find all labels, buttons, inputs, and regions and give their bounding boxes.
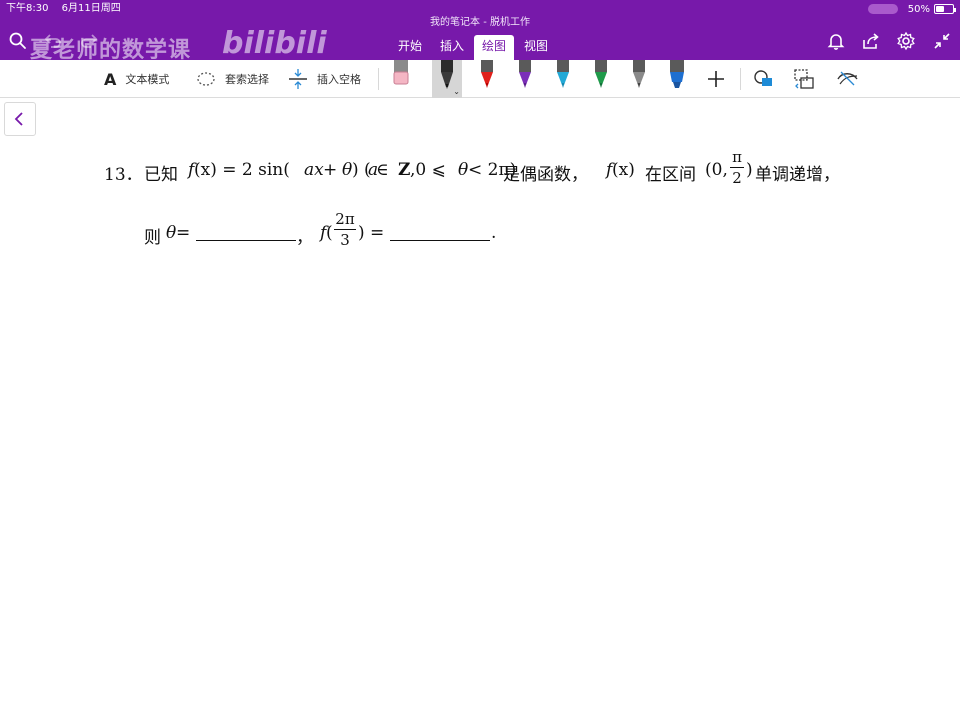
func-fx: (x) [612, 160, 635, 180]
tab-view[interactable]: 视图 [516, 35, 556, 57]
pen-green-icon [595, 60, 607, 88]
fraction-numerator: π [732, 148, 742, 166]
battery-percent: 50% [907, 3, 930, 15]
recording-indicator [868, 4, 898, 14]
lasso-select-label: 套索选择 [225, 73, 269, 86]
status-time: 下午8:30 [6, 3, 49, 14]
text-period: . [491, 223, 497, 243]
fraction-pi-over-2: π 2 [730, 148, 744, 187]
text-then: 则 [144, 228, 161, 248]
highlighter-icon [670, 60, 684, 88]
highlighter-blue-tool[interactable] [662, 60, 692, 98]
toolbar-divider [740, 68, 741, 90]
collapse-fullscreen-icon[interactable] [931, 30, 953, 52]
text-in: ∈ [376, 160, 389, 180]
chevron-left-icon [14, 112, 23, 126]
pen-black-tool[interactable]: ⌄ [432, 60, 462, 98]
back-button[interactable] [4, 102, 36, 136]
draw-toolbar: A 文本模式 套索选择 插入空格 ⌄ [0, 60, 960, 98]
eraser-icon [393, 60, 409, 85]
var-theta: θ [342, 160, 353, 180]
fraction-denominator: 3 [340, 231, 350, 249]
status-bar-right: 50% [907, 2, 956, 16]
insert-space-button[interactable]: 插入空格 [288, 60, 361, 98]
chevron-down-icon: ⌄ [453, 87, 460, 96]
lasso-icon [196, 69, 216, 89]
insert-space-label: 插入空格 [317, 73, 361, 86]
fraction-bar [334, 229, 356, 230]
text-comma: ， [296, 228, 313, 248]
func-expr: (x) = 2 sin( [194, 160, 290, 180]
answer-blank-theta[interactable] [196, 224, 296, 241]
text-interval-open: (0, [705, 160, 728, 180]
share-icon[interactable] [860, 30, 882, 52]
text-monotonic: 单调递增， [755, 165, 840, 185]
tab-home[interactable]: 开始 [390, 35, 430, 57]
bell-icon[interactable] [825, 30, 847, 52]
text-interval: 在区间 [645, 165, 696, 185]
status-bar-left: 下午8:30 6月11日周四 [6, 2, 121, 16]
ink-to-shape-icon[interactable] [790, 60, 818, 98]
pencil-gray-tool[interactable] [624, 60, 654, 98]
text-equals-1: = [176, 223, 191, 243]
pen-red-icon [481, 60, 493, 88]
question-number: 13． [104, 165, 143, 185]
var-theta-answer: θ [166, 223, 177, 243]
pen-red-tool[interactable] [472, 60, 502, 98]
text-mode-icon: A [104, 69, 117, 89]
tab-insert[interactable]: 插入 [432, 35, 472, 57]
fraction-numerator: 2π [335, 210, 355, 228]
fraction-2pi-over-3: 2π 3 [334, 210, 356, 249]
add-pen-icon[interactable] [702, 60, 730, 98]
set-z: Z [398, 160, 411, 180]
app-header: 下午8:30 6月11日周四 我的笔记本 - 脱机工作 50% 夏老师的数学课 … [0, 0, 960, 63]
var-theta-2: θ [458, 160, 469, 180]
var-ax: ax [304, 160, 324, 180]
redo-icon[interactable] [78, 30, 100, 52]
document-title: 我的笔记本 - 脱机工作 [430, 17, 530, 28]
status-date: 6月11日周四 [61, 3, 121, 14]
text-range: ,0 ⩽ [410, 160, 446, 180]
pen-cyan-icon [557, 60, 569, 88]
shapes-icon[interactable] [750, 60, 778, 98]
text-plus: + [323, 160, 338, 180]
pen-purple-icon [519, 60, 531, 88]
gear-icon[interactable] [895, 30, 917, 52]
eraser-tool[interactable] [386, 60, 416, 98]
pen-cyan-tool[interactable] [548, 60, 578, 98]
battery-icon [934, 4, 956, 14]
text-mode-label: 文本模式 [125, 73, 170, 86]
text-even-function: 是偶函数， [503, 165, 588, 185]
undo-icon[interactable] [42, 30, 64, 52]
insert-space-icon [288, 67, 308, 91]
search-icon[interactable] [7, 30, 29, 52]
pen-black-icon [441, 60, 453, 89]
pencil-icon [633, 60, 645, 88]
watermark-logo: bilibili [222, 26, 327, 61]
pen-green-tool[interactable] [586, 60, 616, 98]
text-equals-2: ) = [358, 223, 385, 243]
toolbar-divider [378, 68, 379, 90]
pen-purple-tool[interactable] [510, 60, 540, 98]
ink-replay-icon[interactable] [834, 60, 862, 98]
lasso-select-button[interactable]: 套索选择 [196, 60, 269, 98]
fraction-bar [730, 167, 744, 168]
text-interval-close: ) [746, 160, 753, 180]
fraction-denominator: 2 [732, 169, 742, 187]
answer-blank-value[interactable] [390, 224, 490, 241]
text-mode-button[interactable]: A 文本模式 [104, 60, 169, 98]
ribbon-tabs: 开始 插入 绘图 视图 [390, 35, 558, 60]
text-paren-open: ( [326, 223, 333, 243]
text-known: 已知 [144, 165, 178, 185]
tab-draw[interactable]: 绘图 [474, 35, 515, 60]
